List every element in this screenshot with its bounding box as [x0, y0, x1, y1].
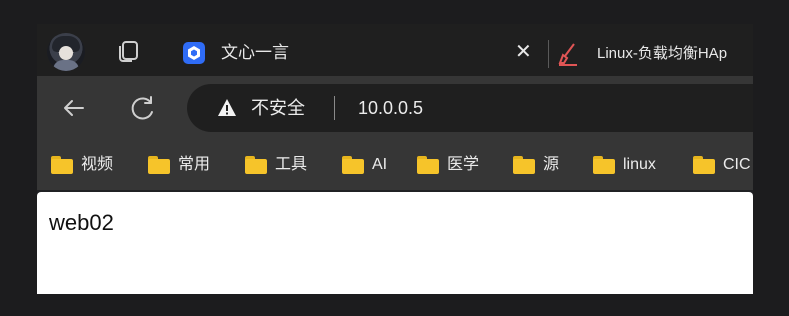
folder-icon [148, 156, 170, 174]
bookmark-label: 源 [543, 156, 560, 173]
folder-icon [593, 156, 615, 174]
close-tab-icon[interactable]: ✕ [515, 40, 532, 64]
page-content: web02 [37, 192, 753, 294]
folder-icon [245, 156, 267, 174]
bookmark-folder[interactable]: CIC [693, 154, 751, 176]
bookmark-label: 常用 [178, 156, 211, 173]
folder-icon [513, 156, 535, 174]
bookmark-label: 工具 [275, 156, 308, 173]
tab-divider [548, 40, 549, 68]
navigation-toolbar: 不安全 10.0.0.5 [37, 76, 753, 140]
folder-icon [693, 156, 715, 174]
profile-avatar[interactable] [47, 33, 85, 71]
bookmark-folder[interactable]: 医学 [417, 154, 479, 176]
bookmarks-bar: 视频 常用 工具 AI 医学 源 linux CIC [37, 140, 753, 190]
folder-icon [51, 156, 73, 174]
back-arrow-icon[interactable] [57, 92, 89, 124]
bookmark-label: linux [623, 156, 656, 173]
tab-title: Linux-负载均衡HAp [597, 45, 728, 62]
brush-favicon-icon [558, 43, 577, 66]
bookmark-label: CIC [723, 156, 751, 173]
tab-linux-haproxy[interactable]: Linux-负载均衡HAp [557, 32, 753, 76]
tab-strip: 文心一言 ✕ Linux-负载均衡HAp [37, 24, 753, 76]
tab-actions-icon[interactable] [115, 38, 141, 64]
url-text[interactable]: 10.0.0.5 [358, 95, 423, 121]
tab-wenxin[interactable]: 文心一言 ✕ [169, 32, 547, 76]
omnibox-divider [334, 96, 335, 120]
tab-title: 文心一言 [221, 43, 289, 62]
folder-icon [342, 156, 364, 174]
bookmark-folder[interactable]: 源 [513, 154, 559, 176]
not-secure-label[interactable]: 不安全 [251, 95, 305, 121]
folder-icon [417, 156, 439, 174]
bookmark-folder[interactable]: linux [593, 154, 656, 176]
bookmark-label: AI [372, 156, 388, 173]
bookmark-folder[interactable]: 常用 [148, 154, 210, 176]
bookmark-folder[interactable]: 视频 [51, 154, 113, 176]
bookmark-folder[interactable]: AI [342, 154, 387, 176]
bookmark-folder[interactable]: 工具 [245, 154, 307, 176]
warning-icon[interactable] [217, 98, 237, 118]
wenxin-favicon-icon [183, 42, 205, 64]
address-bar[interactable]: 不安全 10.0.0.5 [187, 84, 753, 132]
bookmark-label: 视频 [81, 156, 114, 173]
reload-icon[interactable] [127, 92, 159, 124]
bookmark-label: 医学 [447, 156, 480, 173]
page-body-text: web02 [49, 210, 114, 235]
browser-window: 文心一言 ✕ Linux-负载均衡HAp 不安全 10.0.0.5 视频 常用 … [37, 24, 753, 294]
